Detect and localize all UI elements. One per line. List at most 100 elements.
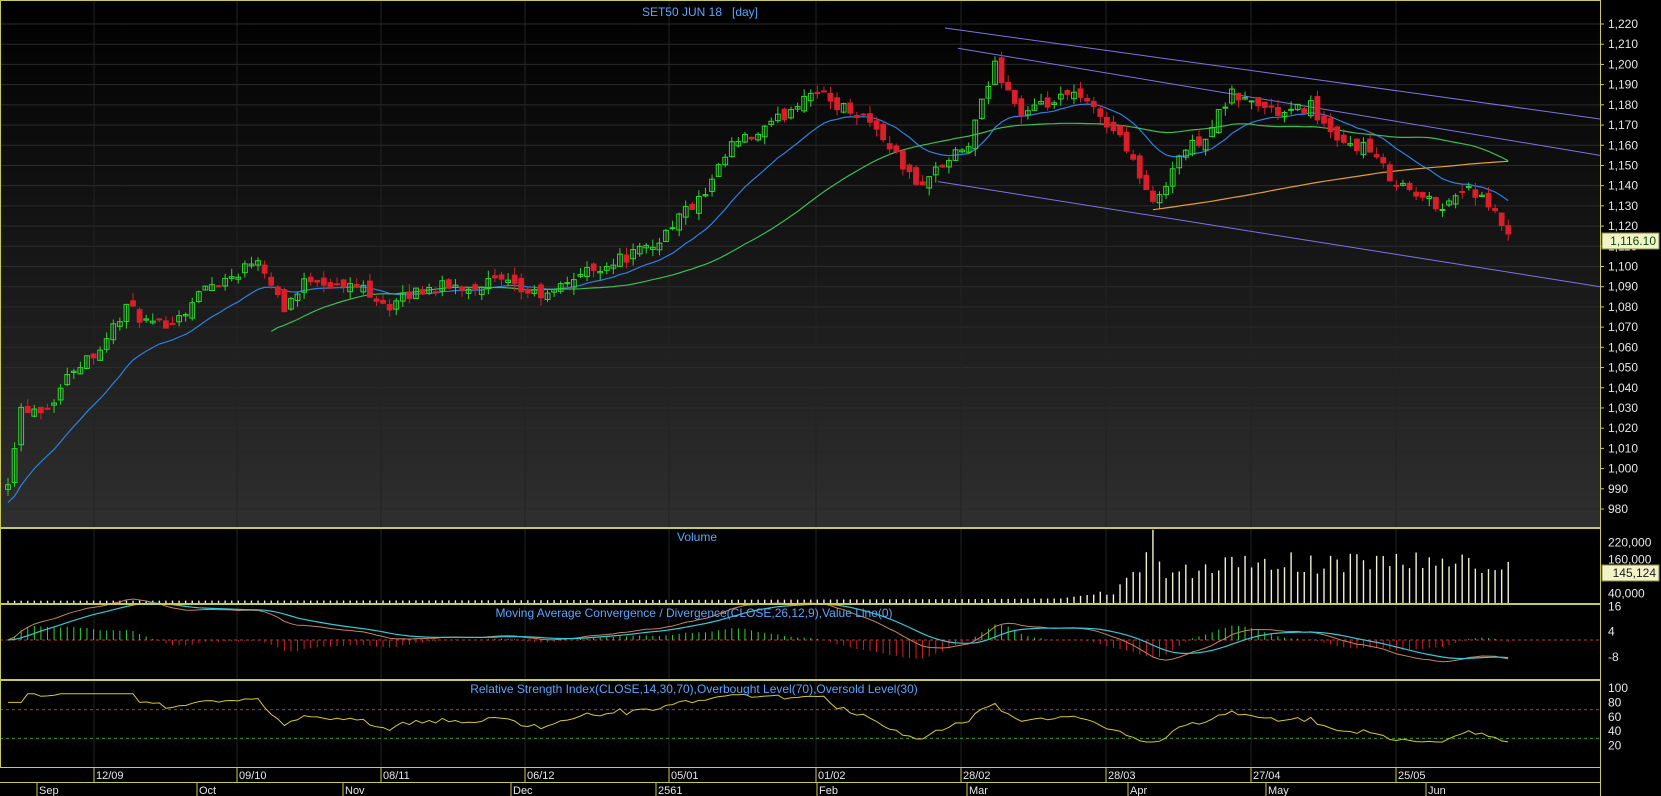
candle-body[interactable] <box>1367 138 1373 153</box>
candle-body[interactable] <box>1084 98 1091 102</box>
candle-body[interactable] <box>511 274 518 284</box>
candle-body[interactable] <box>130 300 136 307</box>
candle-body[interactable] <box>893 145 900 153</box>
candle-body[interactable] <box>38 406 44 414</box>
candle-body[interactable] <box>492 275 498 279</box>
candle-body[interactable] <box>1327 117 1334 133</box>
candle-body[interactable] <box>472 284 479 290</box>
candle-body[interactable] <box>1117 125 1123 136</box>
candle-body[interactable] <box>781 108 788 121</box>
candle-body[interactable] <box>860 113 867 116</box>
candle-body[interactable] <box>1044 97 1051 108</box>
candle-body[interactable] <box>1123 131 1130 152</box>
candle-body[interactable] <box>327 282 334 289</box>
candle-body[interactable] <box>156 318 163 321</box>
candle-body[interactable] <box>44 407 51 410</box>
candle-body[interactable] <box>853 114 860 118</box>
candle-body[interactable] <box>380 299 386 304</box>
candle-body[interactable] <box>906 164 913 173</box>
candle-body[interactable] <box>524 288 531 294</box>
candle-body[interactable] <box>669 227 676 230</box>
candle-body[interactable] <box>432 291 439 294</box>
candle-body[interactable] <box>1334 126 1341 141</box>
candle-body[interactable] <box>1406 182 1413 190</box>
candle-body[interactable] <box>1136 155 1143 179</box>
candle-body[interactable] <box>748 136 755 140</box>
candle-body[interactable] <box>1314 96 1321 121</box>
candle-body[interactable] <box>1090 100 1097 107</box>
candle-body[interactable] <box>1459 191 1466 194</box>
candle-body[interactable] <box>538 284 544 299</box>
candle-body[interactable] <box>814 91 821 95</box>
candle-body[interactable] <box>1143 174 1150 191</box>
candle-body[interactable] <box>215 285 222 288</box>
candle-body[interactable] <box>386 304 393 311</box>
candle-body[interactable] <box>373 298 380 302</box>
candle-body[interactable] <box>459 286 465 291</box>
candle-body[interactable] <box>1393 184 1400 187</box>
candle-body[interactable] <box>623 254 630 263</box>
candle-body[interactable] <box>1275 106 1281 116</box>
candle-body[interactable] <box>353 284 360 288</box>
candle-body[interactable] <box>1196 136 1202 147</box>
candle-body[interactable] <box>1354 138 1360 151</box>
candle-body[interactable] <box>1018 98 1025 117</box>
candle-body[interactable] <box>1005 81 1012 91</box>
candle-body[interactable] <box>334 283 340 286</box>
candle-body[interactable] <box>261 264 268 274</box>
candle-body[interactable] <box>899 150 906 170</box>
candle-body[interactable] <box>1077 88 1084 98</box>
candle-body[interactable] <box>163 320 169 329</box>
candle-body[interactable] <box>1373 154 1380 158</box>
candle-body[interactable] <box>1340 134 1347 143</box>
candle-body[interactable] <box>1321 115 1327 124</box>
candle-body[interactable] <box>314 279 321 283</box>
candle-body[interactable] <box>1222 106 1229 109</box>
candle-body[interactable] <box>1498 212 1505 227</box>
candle-body[interactable] <box>320 277 327 286</box>
candle-body[interactable] <box>913 167 919 185</box>
candle-body[interactable] <box>1432 197 1439 210</box>
candle-body[interactable] <box>1472 189 1479 198</box>
candle-body[interactable] <box>24 405 31 413</box>
candle-body[interactable] <box>1485 192 1492 208</box>
candle-body[interactable] <box>1103 116 1110 128</box>
candle-body[interactable] <box>340 279 347 288</box>
candle-body[interactable] <box>867 113 873 123</box>
candle-body[interactable] <box>1386 164 1393 182</box>
candle-body[interactable] <box>307 276 314 283</box>
candle-body[interactable] <box>445 279 452 289</box>
candle-body[interactable] <box>1011 89 1018 104</box>
candle-body[interactable] <box>919 181 926 186</box>
candle-body[interactable] <box>1380 157 1387 164</box>
candle-body[interactable] <box>886 143 893 150</box>
candle-body[interactable] <box>169 322 176 325</box>
candle-body[interactable] <box>834 97 840 111</box>
candle-body[interactable] <box>1492 208 1498 211</box>
candle-body[interactable] <box>821 90 827 93</box>
candle-body[interactable] <box>136 309 143 323</box>
candle-body[interactable] <box>1301 108 1308 114</box>
candle-body[interactable] <box>90 353 97 359</box>
candle-body[interactable] <box>998 57 1005 84</box>
candle-body[interactable] <box>367 280 373 298</box>
candle-body[interactable] <box>1261 101 1268 108</box>
candle-body[interactable] <box>939 164 946 168</box>
candle-body[interactable] <box>880 123 887 141</box>
candle-body[interactable] <box>268 276 275 286</box>
candle-body[interactable] <box>1150 190 1156 202</box>
candle-body[interactable] <box>1097 108 1104 117</box>
candle-body[interactable] <box>1130 154 1137 160</box>
candle-body[interactable] <box>1110 121 1117 132</box>
candle-body[interactable] <box>1248 100 1255 103</box>
candle-body[interactable] <box>406 291 413 299</box>
candle-body[interactable] <box>1419 191 1426 198</box>
candle-body[interactable] <box>1064 90 1071 95</box>
candle-body[interactable] <box>1235 92 1242 101</box>
candle-body[interactable] <box>1439 208 1446 211</box>
candle-body[interactable] <box>281 289 288 313</box>
candle-body[interactable] <box>518 277 525 293</box>
candle-body[interactable] <box>274 286 281 296</box>
chart-canvas[interactable]: SET50 JUN 18 [day] Volume Moving Average… <box>0 0 1661 796</box>
candle-body[interactable] <box>873 120 880 130</box>
